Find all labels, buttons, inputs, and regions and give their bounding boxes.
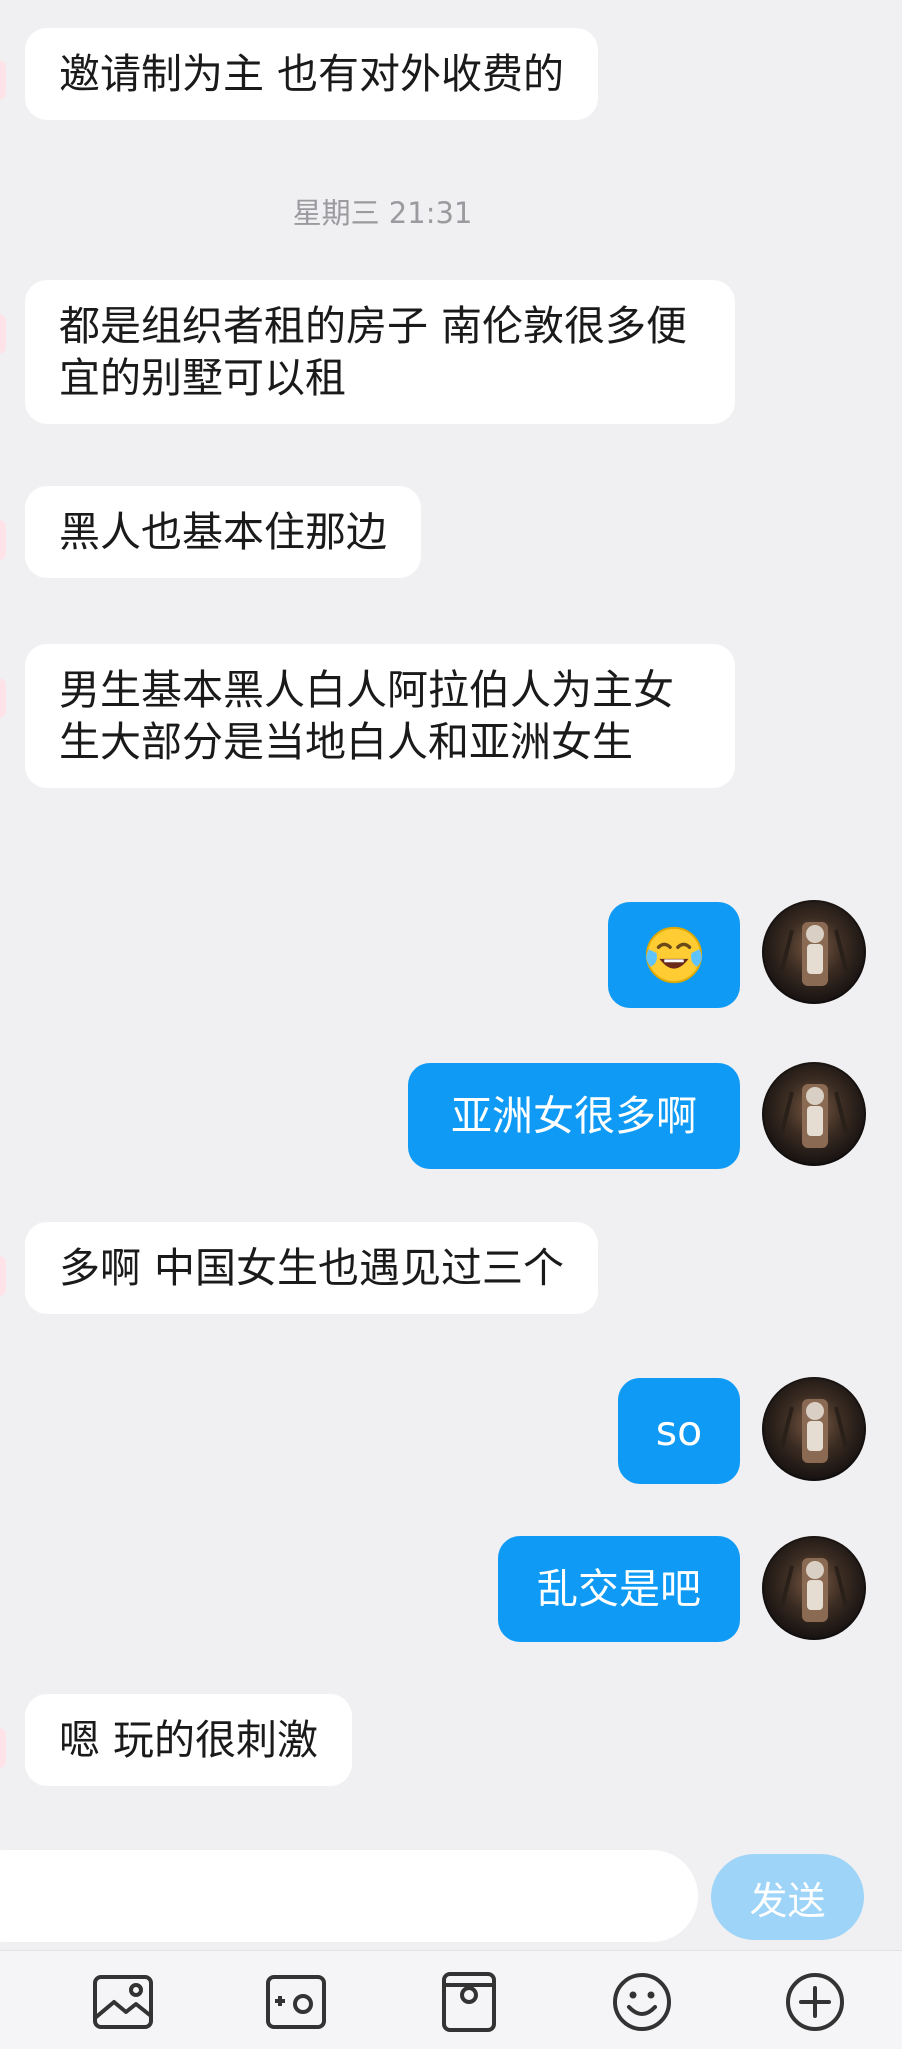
- smiley-icon[interactable]: [609, 1969, 675, 2035]
- chat-toolbar: [0, 1950, 902, 2049]
- message-text: 都是组织者租的房子 南伦敦很多便宜的别墅可以租: [59, 302, 688, 402]
- incoming-message-bubble[interactable]: 都是组织者租的房子 南伦敦很多便宜的别墅可以租: [25, 280, 735, 424]
- message-text: 多啊 中国女生也遇见过三个: [59, 1244, 565, 1292]
- message-text: 嗯 玩的很刺激: [59, 1716, 319, 1764]
- outgoing-message-bubble[interactable]: 乱交是吧: [498, 1536, 740, 1642]
- message-input[interactable]: [0, 1850, 698, 1942]
- camera-icon[interactable]: [263, 1969, 329, 2035]
- image-icon[interactable]: [90, 1969, 156, 2035]
- chat-message-list[interactable]: 邀请制为主 也有对外收费的 星期三 21:31 都是组织者租的房子 南伦敦很多便…: [0, 0, 902, 1840]
- avatar-photo-icon: [780, 922, 848, 986]
- my-avatar[interactable]: [762, 1536, 866, 1640]
- outgoing-message-bubble[interactable]: [608, 902, 740, 1008]
- partner-avatar-edge[interactable]: [0, 1256, 6, 1296]
- plus-circle-icon[interactable]: [782, 1969, 848, 2035]
- message-input-bar: 发送: [0, 1840, 902, 1950]
- message-text: 邀请制为主 也有对外收费的: [59, 50, 565, 98]
- my-avatar[interactable]: [762, 900, 866, 1004]
- incoming-message-bubble[interactable]: 邀请制为主 也有对外收费的: [25, 28, 599, 120]
- partner-avatar-edge[interactable]: [0, 678, 6, 718]
- outgoing-message-bubble[interactable]: 亚洲女很多啊: [408, 1063, 740, 1169]
- message-timestamp: 星期三 21:31: [292, 196, 473, 230]
- incoming-message-bubble[interactable]: 嗯 玩的很刺激: [25, 1694, 353, 1786]
- message-text: so: [655, 1407, 703, 1455]
- message-text: 亚洲女很多啊: [451, 1092, 697, 1140]
- partner-avatar-edge[interactable]: [0, 314, 6, 354]
- avatar-photo-icon: [780, 1399, 848, 1463]
- gift-box-icon[interactable]: [436, 1969, 502, 2035]
- outgoing-message-bubble[interactable]: so: [618, 1378, 740, 1484]
- avatar-photo-icon: [780, 1558, 848, 1622]
- send-button[interactable]: 发送: [711, 1854, 864, 1940]
- incoming-message-bubble[interactable]: 男生基本黑人白人阿拉伯人为主女生大部分是当地白人和亚洲女生: [25, 644, 735, 788]
- partner-avatar-edge[interactable]: [0, 520, 6, 560]
- my-avatar[interactable]: [762, 1062, 866, 1166]
- avatar-photo-icon: [780, 1084, 848, 1148]
- incoming-message-bubble[interactable]: 黑人也基本住那边: [25, 486, 421, 578]
- partner-avatar-edge[interactable]: [0, 1728, 6, 1768]
- message-text: 黑人也基本住那边: [59, 508, 387, 556]
- incoming-message-bubble[interactable]: 多啊 中国女生也遇见过三个: [25, 1222, 599, 1314]
- face-with-tears-of-joy-icon: [645, 926, 703, 984]
- my-avatar[interactable]: [762, 1377, 866, 1481]
- message-text: 乱交是吧: [537, 1565, 701, 1613]
- message-text: 男生基本黑人白人阿拉伯人为主女生大部分是当地白人和亚洲女生: [59, 666, 674, 766]
- partner-avatar-edge[interactable]: [0, 60, 6, 100]
